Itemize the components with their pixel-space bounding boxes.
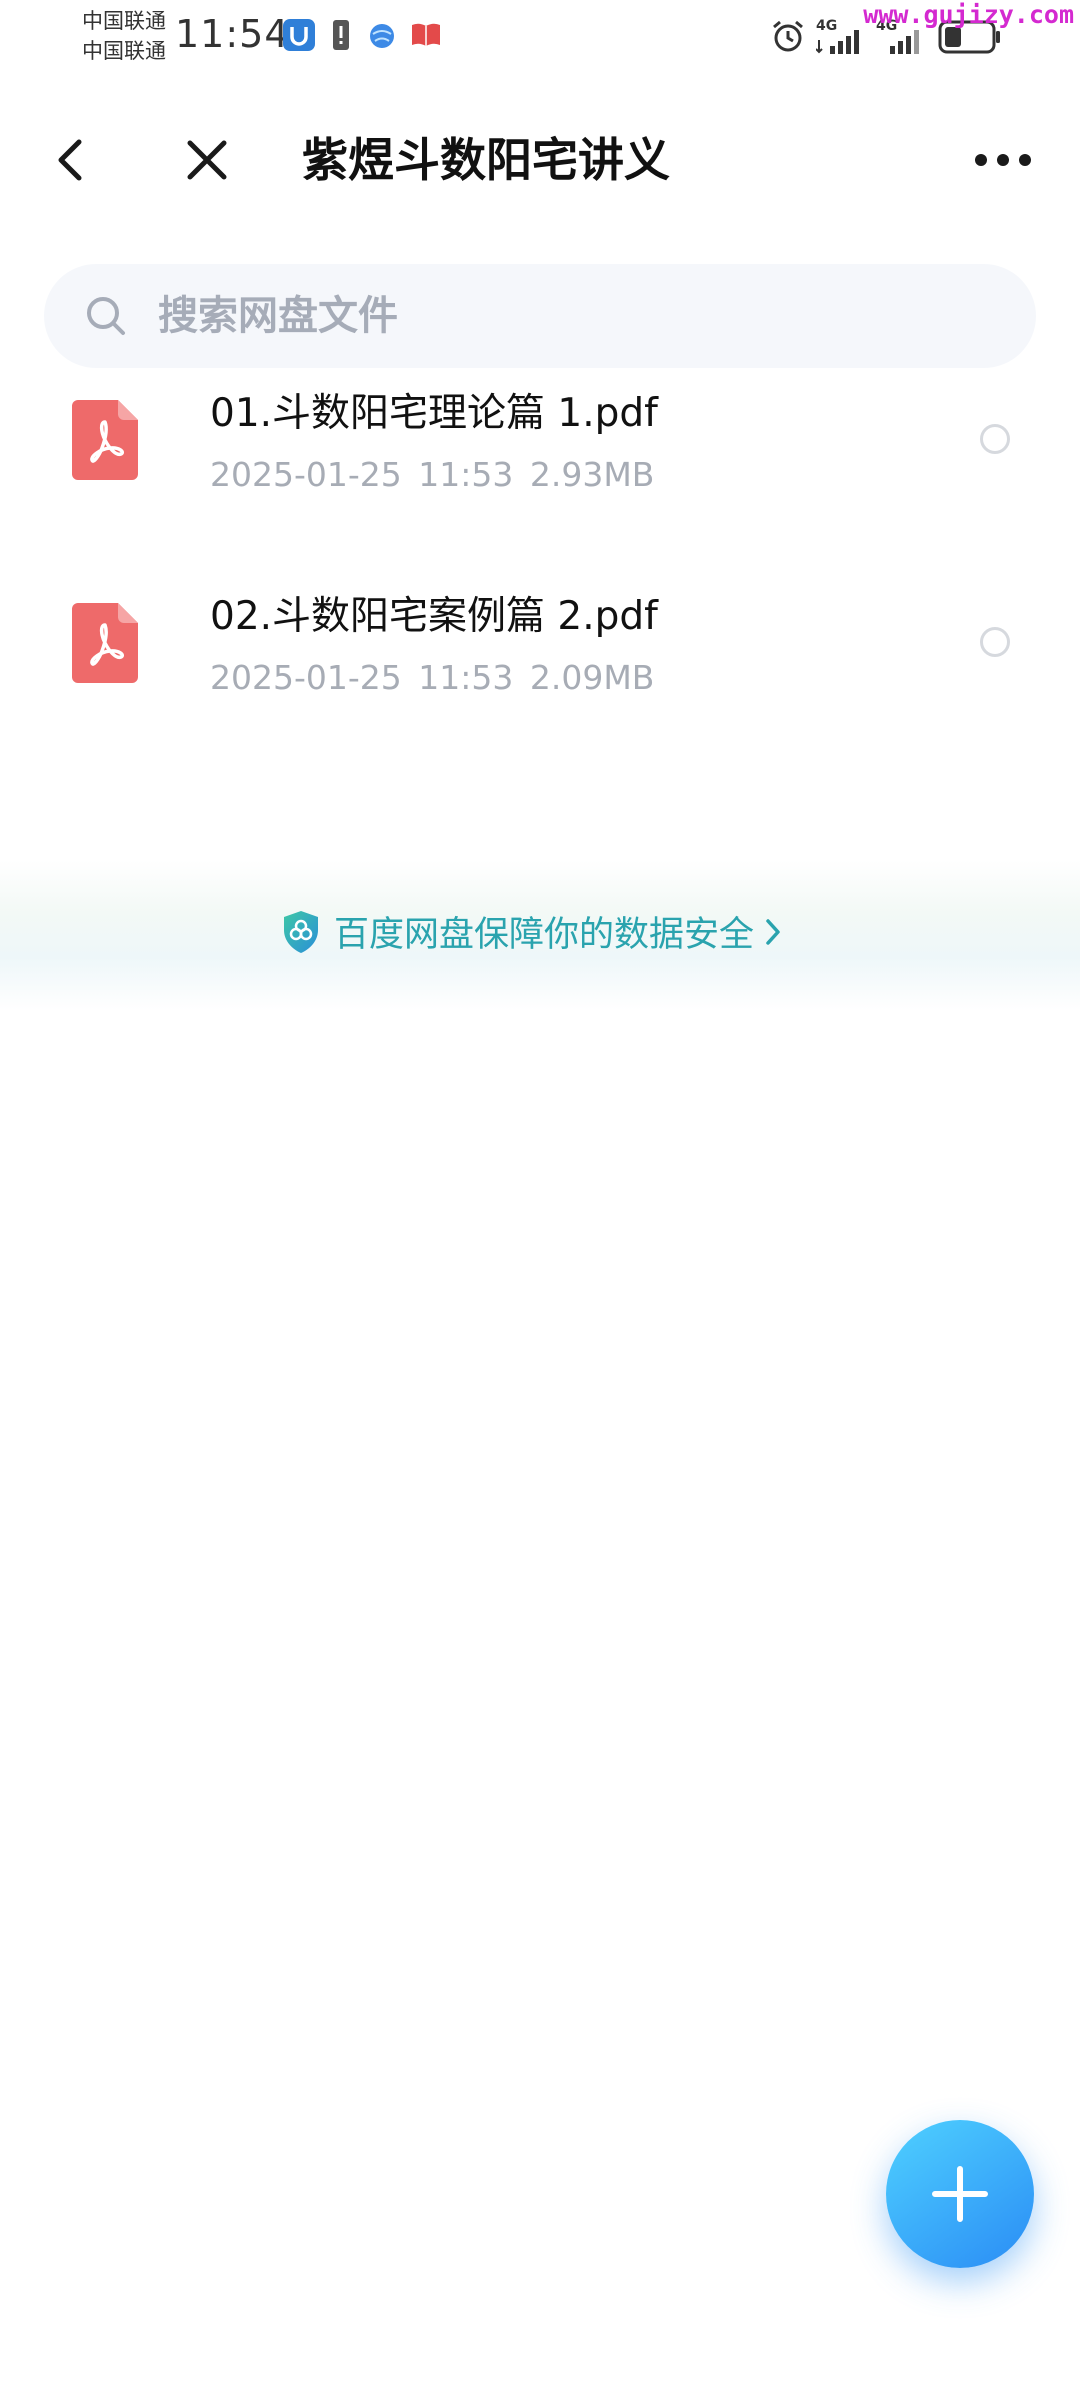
status-bar: 中国联通 中国联通 11:54 4G 4G www.gujizy.com [0,0,1080,80]
watermark-text: www.gujizy.com [863,0,1074,29]
shield-icon [284,910,318,953]
signal-icon [890,30,919,54]
plus-icon [932,2166,988,2222]
signal-icon [816,30,859,54]
file-name: 01.斗数阳宅理论篇 1.pdf [210,391,658,436]
file-list-item[interactable]: 02.斗数阳宅案例篇 2.pdf 2025-01-25 11:53 2.09MB [0,563,1080,723]
status-time: 11:54 [175,12,290,56]
security-banner-link[interactable]: 百度网盘保障你的数据安全 [282,906,782,957]
carrier-2: 中国联通 [82,39,166,63]
add-button[interactable] [886,2120,1034,2268]
security-banner-text: 百度网盘保障你的数据安全 [334,915,755,955]
search-bar[interactable] [44,264,1036,368]
carrier-1: 中国联通 [82,9,166,33]
file-meta: 2025-01-25 11:53 2.09MB [210,658,655,697]
alarm-icon [773,20,803,52]
file-name: 02.斗数阳宅案例篇 2.pdf [210,594,658,639]
more-icon [975,154,1031,166]
select-checkbox[interactable] [980,424,1010,454]
file-list-item[interactable]: 01.斗数阳宅理论篇 1.pdf 2025-01-25 11:53 2.93MB [0,360,1080,520]
search-icon [87,297,125,335]
pdf-file-icon [72,400,138,480]
browser-icon [370,24,394,48]
more-options-button[interactable] [968,125,1038,195]
app-u-icon [283,19,315,51]
search-input[interactable] [156,292,960,340]
close-icon [187,140,227,180]
back-button[interactable] [36,125,106,195]
top-app-bar: 紫煜斗数阳宅讲义 [0,110,1080,200]
book-icon [412,23,440,46]
security-banner: 百度网盘保障你的数据安全 [0,860,1080,1010]
back-icon [58,139,82,181]
close-button[interactable] [172,125,242,195]
carrier-labels: 中国联通 中国联通 [82,6,166,66]
select-checkbox[interactable] [980,627,1010,657]
sim-alert-icon [333,20,349,50]
file-meta: 2025-01-25 11:53 2.93MB [210,455,655,494]
page-title: 紫煜斗数阳宅讲义 [302,133,670,187]
pdf-file-icon [72,603,138,683]
chevron-right-icon [766,918,780,945]
